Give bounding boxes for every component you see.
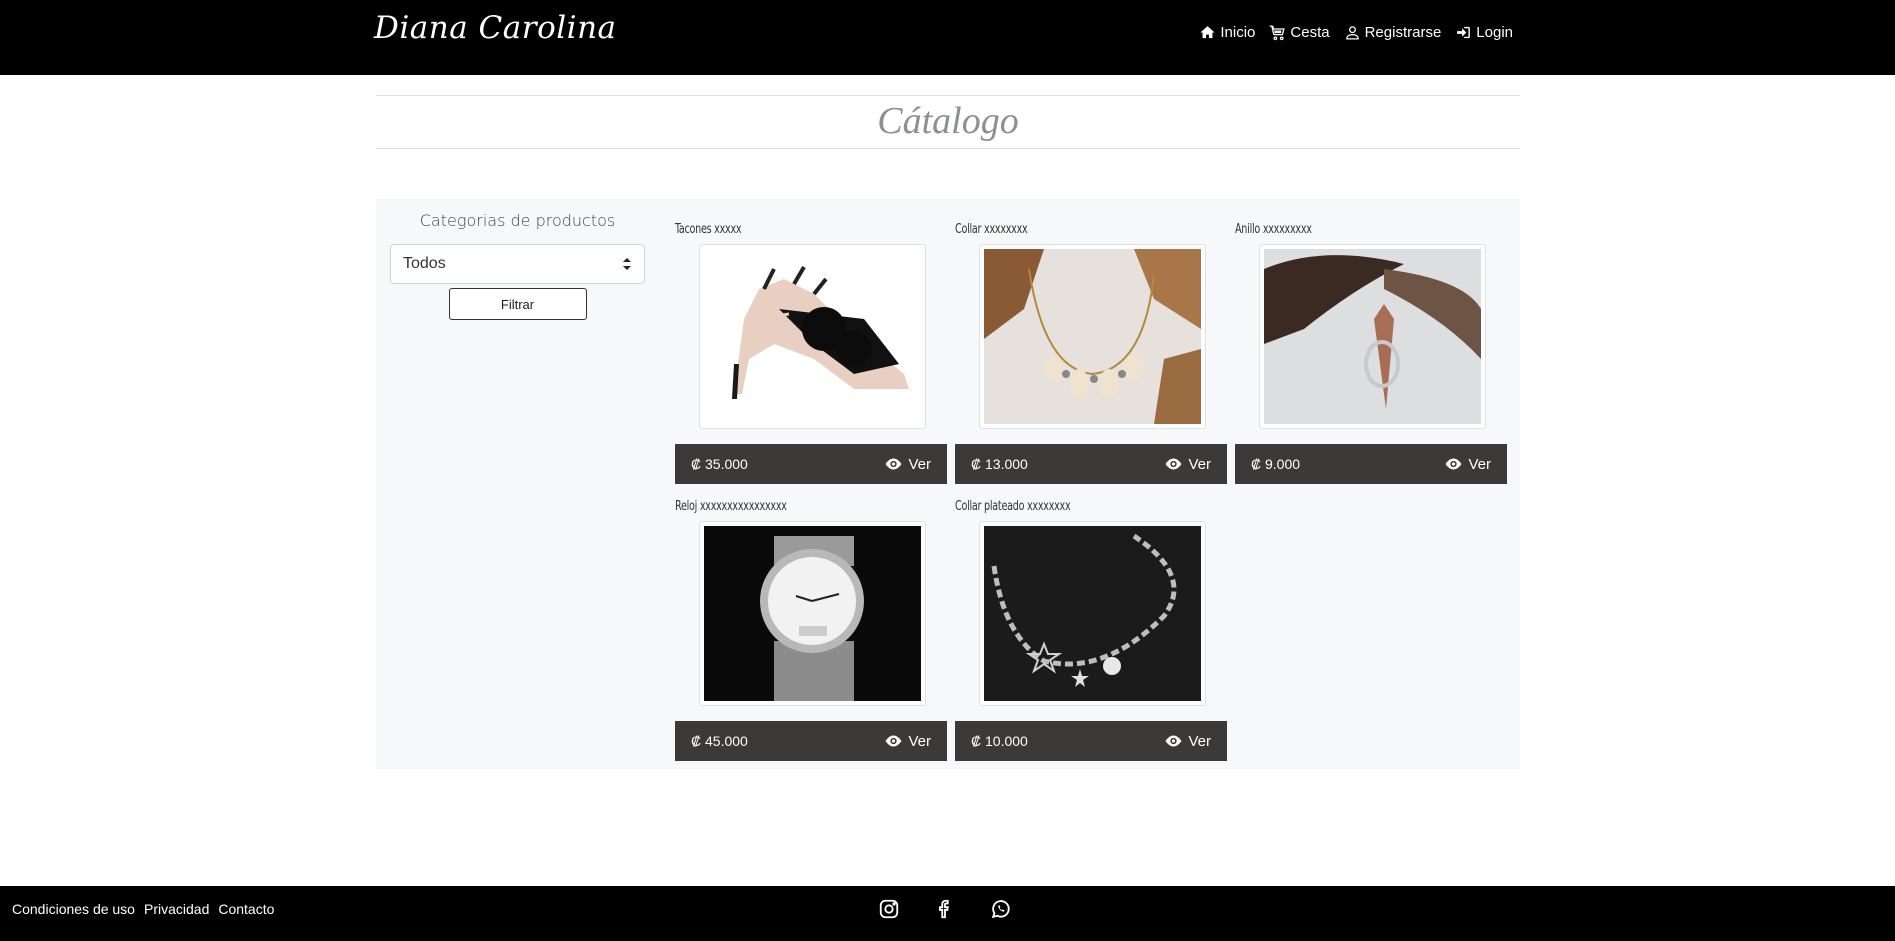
product-price: ₡ 9.000 — [1251, 456, 1301, 472]
social-links — [878, 898, 1012, 920]
category-sidebar: Categorias de productos Todos Filtrar — [390, 209, 645, 320]
product-image-ring[interactable] — [1259, 244, 1486, 429]
product-price: ₡ 10.000 — [971, 733, 1028, 749]
heels-image — [704, 249, 921, 424]
product-name: Collar plateado xxxxxxxx — [955, 499, 1071, 514]
footer-link-contact[interactable]: Contacto — [218, 901, 274, 917]
nav-login[interactable]: Login — [1455, 24, 1513, 41]
top-navbar: Diana Carolina Inicio Cesta Registrarse … — [0, 0, 1895, 75]
view-label: Ver — [1468, 455, 1491, 473]
eye-icon — [1166, 735, 1182, 747]
product-image-watch[interactable] — [699, 521, 926, 706]
view-button[interactable]: Ver — [1444, 456, 1491, 473]
nav-registrarse[interactable]: Registrarse — [1344, 24, 1442, 41]
filter-button[interactable]: Filtrar — [448, 288, 587, 320]
nav-cesta[interactable]: Cesta — [1269, 24, 1330, 41]
product-card: Collar plateado xxxxxxxx ₡ 10.000 Ver — [955, 499, 1227, 761]
eye-icon — [886, 735, 902, 747]
eye-icon — [1446, 458, 1462, 470]
product-card: Tacones xxxxx ₡ 35.000 Ver — [675, 222, 947, 484]
brand-logo[interactable]: Diana Carolina — [374, 10, 617, 46]
page-title-container: Cátalogo — [376, 95, 1520, 149]
product-price-bar: ₡ 35.000 Ver — [675, 444, 947, 484]
product-card: Anillo xxxxxxxxx ₡ 9.000 Ver — [1235, 222, 1507, 484]
user-icon — [1345, 26, 1359, 40]
category-select[interactable]: Todos — [390, 244, 645, 284]
footer-links: Condiciones de uso Privacidad Contacto — [12, 901, 274, 917]
product-name: Collar xxxxxxxx — [955, 222, 1028, 237]
view-label: Ver — [908, 732, 931, 750]
facebook-icon[interactable] — [934, 898, 956, 920]
product-price-bar: ₡ 9.000 Ver — [1235, 444, 1507, 484]
view-label: Ver — [908, 455, 931, 473]
product-price: ₡ 13.000 — [971, 456, 1028, 472]
view-label: Ver — [1188, 732, 1211, 750]
cart-icon — [1270, 25, 1286, 41]
product-card: Collar xxxxxxxx ₡ 13.000 Ver — [955, 222, 1227, 484]
view-label: Ver — [1188, 455, 1211, 473]
main-nav: Inicio Cesta Registrarse Login — [1199, 24, 1513, 41]
page-title: Cátalogo — [877, 100, 1019, 142]
select-arrows-icon — [623, 258, 631, 270]
home-icon — [1200, 26, 1215, 39]
nav-inicio[interactable]: Inicio — [1199, 24, 1255, 41]
ring-image — [1264, 249, 1481, 424]
watch-image — [704, 526, 921, 701]
whatsapp-icon[interactable] — [990, 898, 1012, 920]
product-card: Reloj xxxxxxxxxxxxxxxx ₡ 45.000 Ver — [675, 499, 947, 761]
footer: Condiciones de uso Privacidad Contacto — [0, 886, 1895, 941]
product-image-silver-necklace[interactable] — [979, 521, 1206, 706]
product-price-bar: ₡ 10.000 Ver — [955, 721, 1227, 761]
product-price: ₡ 35.000 — [691, 456, 748, 472]
category-label: Categorias de productos — [419, 211, 616, 230]
nav-cesta-label: Cesta — [1290, 24, 1330, 41]
sign-in-icon — [1457, 26, 1471, 39]
view-button[interactable]: Ver — [884, 733, 931, 750]
category-select-value: Todos — [403, 255, 446, 272]
instagram-icon[interactable] — [878, 898, 900, 920]
view-button[interactable]: Ver — [1164, 456, 1211, 473]
nav-login-label: Login — [1476, 24, 1513, 41]
view-button[interactable]: Ver — [884, 456, 931, 473]
product-price-bar: ₡ 45.000 Ver — [675, 721, 947, 761]
nav-inicio-label: Inicio — [1220, 24, 1256, 41]
product-price-bar: ₡ 13.000 Ver — [955, 444, 1227, 484]
nav-registrarse-label: Registrarse — [1364, 24, 1442, 41]
view-button[interactable]: Ver — [1164, 733, 1211, 750]
catalog-panel: Categorias de productos Todos Filtrar Ta… — [376, 199, 1520, 769]
eye-icon — [1166, 458, 1182, 470]
product-name: Tacones xxxxx — [675, 222, 742, 237]
product-name: Anillo xxxxxxxxx — [1235, 222, 1312, 237]
product-price: ₡ 45.000 — [691, 733, 748, 749]
eye-icon — [886, 458, 902, 470]
necklace-image — [984, 249, 1201, 424]
footer-link-terms[interactable]: Condiciones de uso — [12, 901, 135, 917]
footer-link-privacy[interactable]: Privacidad — [144, 901, 209, 917]
product-image-heels[interactable] — [699, 244, 926, 429]
silver-necklace-image — [984, 526, 1201, 701]
product-name: Reloj xxxxxxxxxxxxxxxx — [675, 499, 787, 514]
product-image-necklace[interactable] — [979, 244, 1206, 429]
